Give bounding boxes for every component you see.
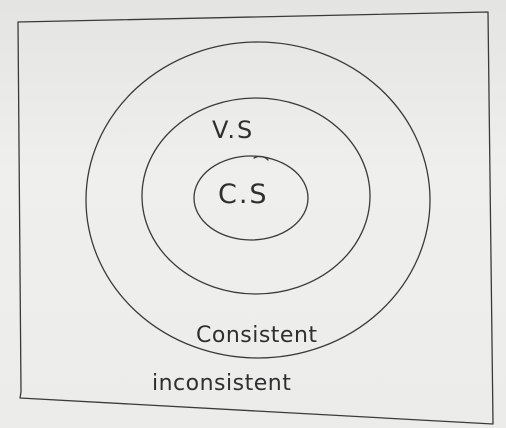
- whiteboard-photo: V.S C.S Consistent inconsistent: [0, 0, 506, 428]
- middle-region-label: V.S: [212, 116, 254, 144]
- inconsistent-label: inconsistent: [152, 371, 291, 396]
- inner-region-label: C.S: [218, 179, 269, 210]
- consistent-label: Consistent: [196, 323, 318, 348]
- diagram-frame: [17, 11, 494, 425]
- venn-diagram: V.S C.S Consistent inconsistent: [17, 11, 494, 425]
